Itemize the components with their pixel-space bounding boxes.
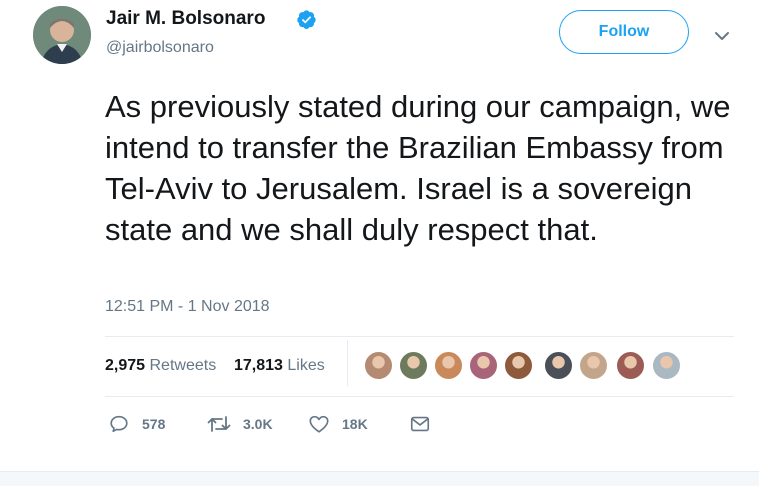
liker-avatar[interactable] — [433, 350, 464, 381]
stats-separator — [347, 340, 348, 386]
reply-action[interactable]: 578 — [108, 413, 165, 435]
likes-stat[interactable]: 17,813 Likes — [234, 357, 325, 374]
retweets-label: Retweets — [149, 357, 217, 374]
retweet-icon — [207, 416, 231, 432]
liker-avatar[interactable] — [615, 350, 646, 381]
retweet-count: 3.0K — [243, 416, 273, 432]
retweet-action[interactable]: 3.0K — [207, 413, 273, 435]
liker-avatar[interactable] — [468, 350, 499, 381]
retweets-count: 2,975 — [105, 357, 146, 374]
likes-label: Likes — [287, 357, 325, 374]
retweets-stat[interactable]: 2,975 Retweets — [105, 357, 216, 374]
reply-icon — [110, 415, 128, 433]
likes-count: 17,813 — [233, 357, 283, 374]
liker-avatar[interactable] — [543, 350, 574, 381]
liker-avatar[interactable] — [503, 350, 534, 381]
divider — [105, 336, 734, 337]
reply-area-strip — [0, 471, 759, 486]
engagement-stats: 2,975 Retweets 17,813 Likes — [105, 357, 325, 375]
follow-button[interactable]: Follow — [559, 10, 689, 54]
tweet-timestamp[interactable]: 12:51 PM - 1 Nov 2018 — [105, 298, 270, 316]
verified-badge-icon — [297, 10, 316, 29]
divider — [105, 396, 734, 397]
liker-avatar[interactable] — [651, 350, 682, 381]
author-avatar[interactable] — [33, 6, 91, 64]
author-handle[interactable]: @jairbolsonaro — [106, 39, 214, 57]
liker-avatar[interactable] — [398, 350, 429, 381]
envelope-icon — [410, 416, 430, 432]
heart-icon — [309, 415, 329, 433]
chevron-down-icon[interactable] — [712, 26, 732, 46]
like-count: 18K — [342, 416, 368, 432]
liker-avatar[interactable] — [363, 350, 394, 381]
direct-message-action[interactable] — [409, 413, 443, 435]
tweet-text: As previously stated during our campaign… — [105, 89, 731, 247]
like-action[interactable]: 18K — [308, 413, 368, 435]
liker-avatar[interactable] — [578, 350, 609, 381]
reply-count: 578 — [142, 416, 166, 432]
author-name[interactable]: Jair M. Bolsonaro — [106, 8, 265, 30]
